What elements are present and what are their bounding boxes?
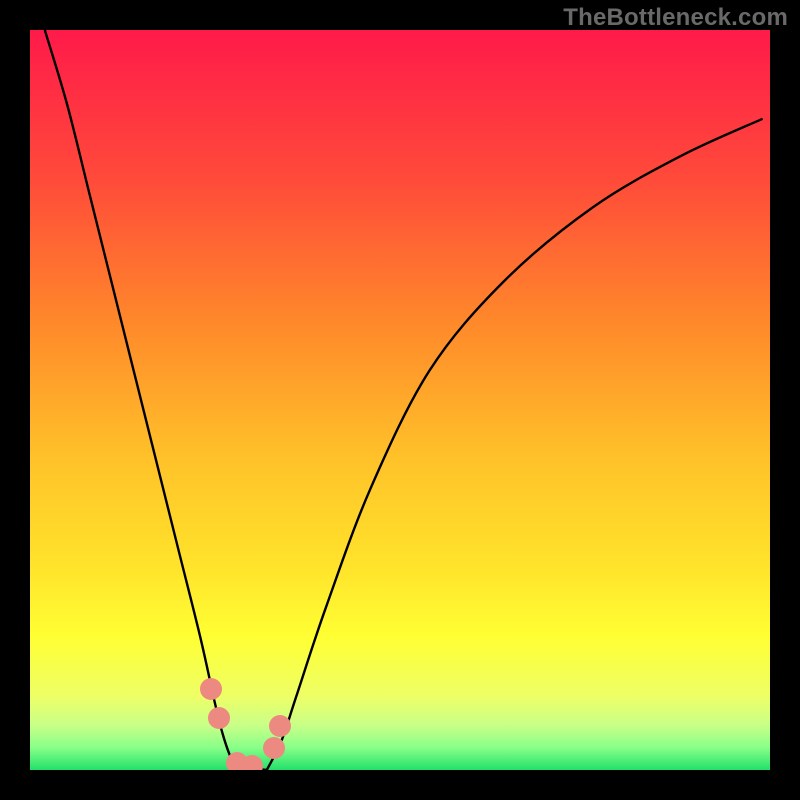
marker-dot: [269, 715, 291, 737]
marker-dot: [200, 678, 222, 700]
marker-cluster: [30, 30, 770, 770]
marker-dot: [263, 737, 285, 759]
marker-dot: [208, 707, 230, 729]
watermark-text: TheBottleneck.com: [563, 4, 788, 32]
plot-area: [30, 30, 770, 770]
marker-dot: [241, 755, 263, 770]
